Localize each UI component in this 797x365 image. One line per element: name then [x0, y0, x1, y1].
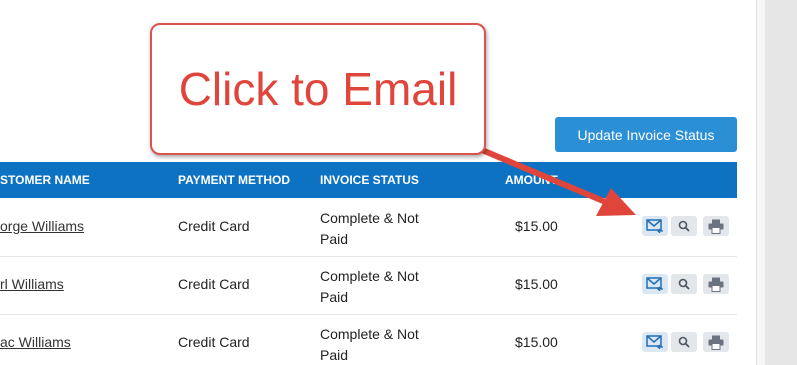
email-icon	[646, 277, 663, 291]
table-row: orge Williams Credit Card Complete & Not…	[0, 198, 737, 257]
invoice-status-line: Paid	[320, 231, 349, 247]
table-row: rl Williams Credit Card Complete & Not P…	[0, 256, 737, 315]
column-header-invoice-status[interactable]: INVOICE STATUS	[320, 162, 419, 198]
print-icon	[708, 335, 724, 350]
invoice-status: Complete & Not Paid	[320, 208, 419, 250]
email-invoice-button[interactable]	[642, 332, 668, 352]
customer-name-link[interactable]: rl Williams	[0, 276, 64, 292]
print-invoice-button[interactable]	[703, 332, 729, 352]
invoice-status: Complete & Not Paid	[320, 324, 419, 365]
update-invoice-status-button[interactable]: Update Invoice Status	[555, 117, 737, 152]
view-invoice-button[interactable]	[671, 216, 697, 236]
invoice-status-line: Complete & Not	[320, 210, 419, 226]
scrollbar-track[interactable]	[765, 0, 797, 365]
callout-text: Click to Email	[178, 63, 458, 115]
column-header-amount[interactable]: AMOUNT	[505, 162, 558, 198]
column-header-payment-method[interactable]: PAYMENT METHOD	[178, 162, 290, 198]
invoice-table-header: STOMER NAME PAYMENT METHOD INVOICE STATU…	[0, 162, 737, 198]
search-icon	[678, 220, 690, 232]
email-icon	[646, 219, 663, 233]
invoice-amount: $15.00	[515, 276, 558, 292]
email-invoice-button[interactable]	[642, 216, 668, 236]
payment-method: Credit Card	[178, 218, 250, 234]
print-icon	[708, 277, 724, 292]
view-invoice-button[interactable]	[671, 332, 697, 352]
print-invoice-button[interactable]	[703, 216, 729, 236]
print-invoice-button[interactable]	[703, 274, 729, 294]
invoice-status-line: Complete & Not	[320, 326, 419, 342]
table-row: ac Williams Credit Card Complete & Not P…	[0, 314, 737, 365]
invoice-status-line: Paid	[320, 289, 349, 305]
invoice-status-line: Paid	[320, 347, 349, 363]
invoice-page: Update Invoice Status STOMER NAME PAYMEN…	[0, 0, 797, 365]
search-icon	[678, 278, 690, 290]
search-icon	[678, 336, 690, 348]
invoice-amount: $15.00	[515, 334, 558, 350]
invoice-status: Complete & Not Paid	[320, 266, 419, 308]
payment-method: Credit Card	[178, 334, 250, 350]
column-header-customer-name[interactable]: STOMER NAME	[0, 162, 90, 198]
annotation-callout: Click to Email	[150, 23, 486, 155]
view-invoice-button[interactable]	[671, 274, 697, 294]
email-icon	[646, 335, 663, 349]
email-invoice-button[interactable]	[642, 274, 668, 294]
customer-name-link[interactable]: orge Williams	[0, 218, 84, 234]
print-icon	[708, 219, 724, 234]
invoice-amount: $15.00	[515, 218, 558, 234]
customer-name-link[interactable]: ac Williams	[0, 334, 71, 350]
payment-method: Credit Card	[178, 276, 250, 292]
invoice-status-line: Complete & Not	[320, 268, 419, 284]
